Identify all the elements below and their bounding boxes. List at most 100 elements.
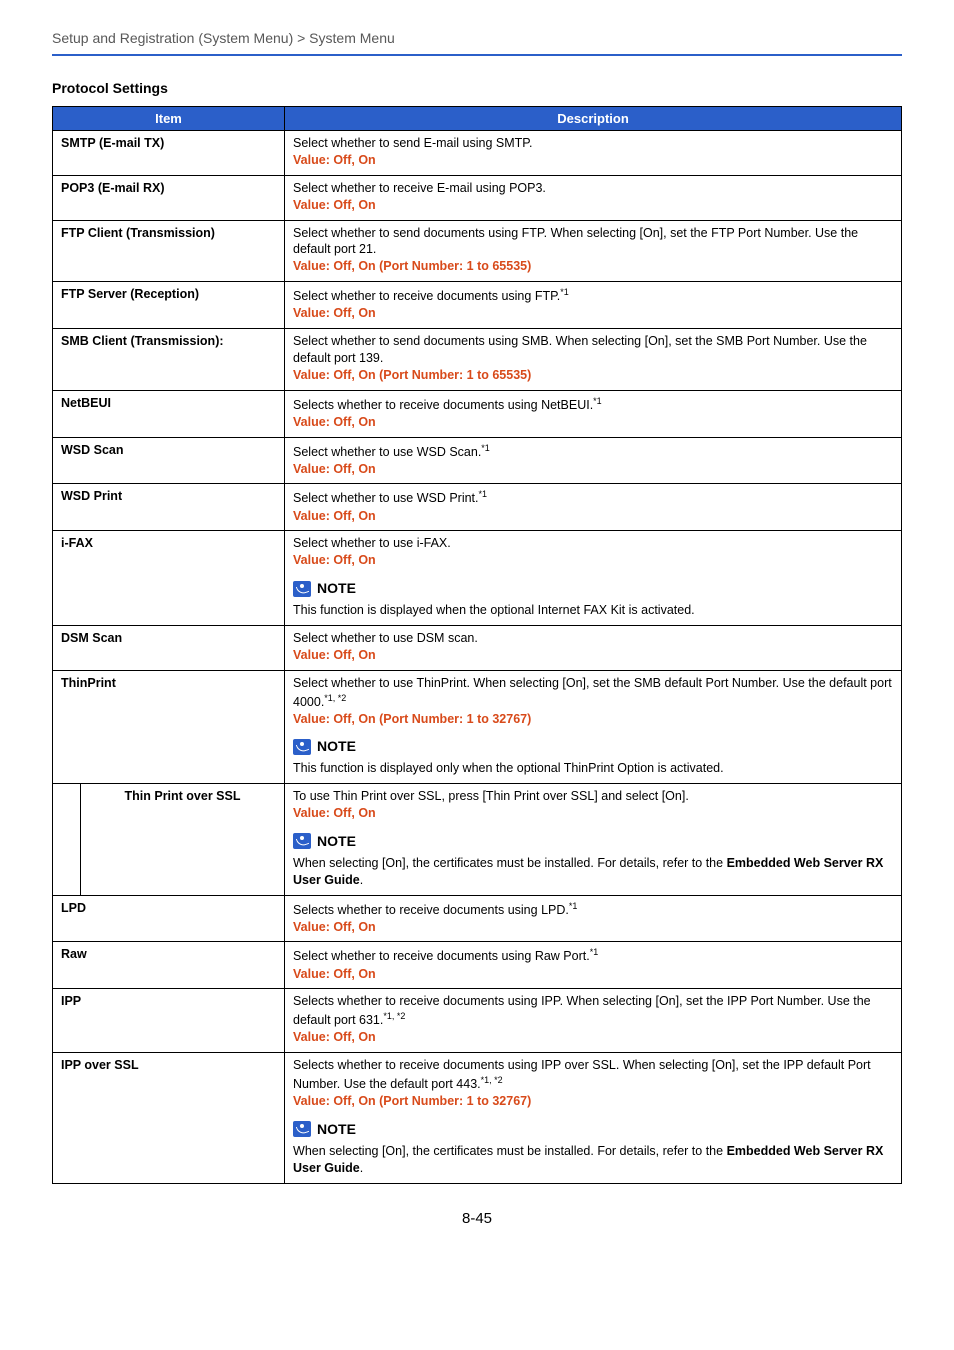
value-label: Value xyxy=(293,1094,326,1108)
row-lpd: LPD Selects whether to receive documents… xyxy=(53,895,902,942)
item-ftp-server: FTP Server (Reception) xyxy=(53,282,285,329)
value-text: : Off, On xyxy=(326,920,376,934)
desc-text: Select whether to use WSD Print. xyxy=(293,492,479,506)
item-wsd-print: WSD Print xyxy=(53,484,285,531)
note-icon xyxy=(293,1121,311,1137)
desc-text: Select whether to use i-FAX. xyxy=(293,536,451,550)
value-text: : Off, On xyxy=(326,306,376,320)
sup: *1 xyxy=(560,287,569,297)
value-label: Value xyxy=(293,259,326,273)
desc-smtp: Select whether to send E-mail using SMTP… xyxy=(285,131,902,176)
desc-text: Select whether to send documents using F… xyxy=(293,226,858,257)
value-text: : Off, On (Port Number: 1 to 32767) xyxy=(326,1094,532,1108)
desc-ftp-server: Select whether to receive documents usin… xyxy=(285,282,902,329)
value-text: : Off, On xyxy=(326,415,376,429)
sup: *1, *2 xyxy=(324,693,346,703)
item-netbeui: NetBEUI xyxy=(53,390,285,437)
note-text: This function is displayed only when the… xyxy=(293,760,893,777)
desc-ftp-client: Select whether to send documents using F… xyxy=(285,220,902,282)
note-label: NOTE xyxy=(317,737,356,756)
protocol-settings-table: Item Description SMTP (E-mail TX) Select… xyxy=(52,106,902,1184)
row-thinprint: ThinPrint Select whether to use ThinPrin… xyxy=(53,670,902,784)
note-icon xyxy=(293,739,311,755)
desc-ipp: Selects whether to receive documents usi… xyxy=(285,989,902,1053)
value-label: Value xyxy=(293,368,326,382)
desc-thinprint: Select whether to use ThinPrint. When se… xyxy=(285,670,902,784)
desc-ifax: Select whether to use i-FAX. Value: Off,… xyxy=(285,531,902,626)
desc-text: Select whether to receive documents usin… xyxy=(293,950,590,964)
note-label: NOTE xyxy=(317,579,356,598)
desc-wsd-scan: Select whether to use WSD Scan.*1 Value:… xyxy=(285,437,902,484)
row-ipp: IPP Selects whether to receive documents… xyxy=(53,989,902,1053)
note-post: . xyxy=(360,873,363,887)
note-pre: When selecting [On], the certificates mu… xyxy=(293,856,727,870)
row-thinprint-ssl: Thin Print over SSL To use Thin Print ov… xyxy=(53,784,902,895)
desc-text: Select whether to send E-mail using SMTP… xyxy=(293,136,532,150)
breadcrumb: Setup and Registration (System Menu) > S… xyxy=(52,30,902,54)
value-text: : Off, On xyxy=(326,153,376,167)
desc-text: Select whether to send documents using S… xyxy=(293,334,867,365)
value-label: Value xyxy=(293,153,326,167)
desc-lpd: Selects whether to receive documents usi… xyxy=(285,895,902,942)
sup: *1, *2 xyxy=(383,1011,405,1021)
item-wsd-scan: WSD Scan xyxy=(53,437,285,484)
sup: *1 xyxy=(593,396,602,406)
value-label: Value xyxy=(293,648,326,662)
row-ifax: i-FAX Select whether to use i-FAX. Value… xyxy=(53,531,902,626)
header-description: Description xyxy=(285,107,902,131)
item-ifax: i-FAX xyxy=(53,531,285,626)
value-label: Value xyxy=(293,509,326,523)
row-wsd-print: WSD Print Select whether to use WSD Prin… xyxy=(53,484,902,531)
value-label: Value xyxy=(293,712,326,726)
value-label: Value xyxy=(293,415,326,429)
row-ftp-client: FTP Client (Transmission) Select whether… xyxy=(53,220,902,282)
desc-smb-client: Select whether to send documents using S… xyxy=(285,329,902,391)
row-smb-client: SMB Client (Transmission): Select whethe… xyxy=(53,329,902,391)
desc-raw: Select whether to receive documents usin… xyxy=(285,942,902,989)
note-badge: NOTE xyxy=(293,737,356,756)
value-label: Value xyxy=(293,306,326,320)
section-heading: Protocol Settings xyxy=(52,80,902,96)
row-ipp-ssl: IPP over SSL Selects whether to receive … xyxy=(53,1053,902,1183)
note-icon xyxy=(293,581,311,597)
item-smb-client: SMB Client (Transmission): xyxy=(53,329,285,391)
desc-text: To use Thin Print over SSL, press [Thin … xyxy=(293,789,689,803)
item-smtp: SMTP (E-mail TX) xyxy=(53,131,285,176)
desc-thinprint-ssl: To use Thin Print over SSL, press [Thin … xyxy=(285,784,902,895)
value-text: : Off, On (Port Number: 1 to 32767) xyxy=(326,712,532,726)
item-ipp: IPP xyxy=(53,989,285,1053)
desc-text: Selects whether to receive documents usi… xyxy=(293,398,593,412)
value-label: Value xyxy=(293,553,326,567)
value-label: Value xyxy=(293,920,326,934)
item-pop3: POP3 (E-mail RX) xyxy=(53,175,285,220)
item-raw: Raw xyxy=(53,942,285,989)
value-text: : Off, On xyxy=(326,806,376,820)
desc-ipp-ssl: Selects whether to receive documents usi… xyxy=(285,1053,902,1183)
desc-text: Select whether to receive documents usin… xyxy=(293,289,560,303)
sup: *1 xyxy=(479,489,488,499)
note-text: When selecting [On], the certificates mu… xyxy=(293,1143,893,1177)
note-badge: NOTE xyxy=(293,832,356,851)
desc-wsd-print: Select whether to use WSD Print.*1 Value… xyxy=(285,484,902,531)
note-text: When selecting [On], the certificates mu… xyxy=(293,855,893,889)
item-thinprint: ThinPrint xyxy=(53,670,285,784)
desc-text: Selects whether to receive documents usi… xyxy=(293,994,871,1027)
desc-text: Select whether to use DSM scan. xyxy=(293,631,478,645)
sup: *1 xyxy=(590,947,599,957)
value-text: : Off, On (Port Number: 1 to 65535) xyxy=(326,259,532,273)
desc-netbeui: Selects whether to receive documents usi… xyxy=(285,390,902,437)
value-label: Value xyxy=(293,967,326,981)
value-text: : Off, On xyxy=(326,967,376,981)
value-text: : Off, On xyxy=(326,648,376,662)
page-number: 8-45 xyxy=(52,1210,902,1227)
value-label: Value xyxy=(293,806,326,820)
row-ftp-server: FTP Server (Reception) Select whether to… xyxy=(53,282,902,329)
note-label: NOTE xyxy=(317,1120,356,1139)
sup: *1 xyxy=(481,443,490,453)
row-wsd-scan: WSD Scan Select whether to use WSD Scan.… xyxy=(53,437,902,484)
desc-dsm: Select whether to use DSM scan. Value: O… xyxy=(285,625,902,670)
desc-text: Selects whether to receive documents usi… xyxy=(293,1058,871,1091)
note-badge: NOTE xyxy=(293,1120,356,1139)
item-ipp-ssl: IPP over SSL xyxy=(53,1053,285,1183)
item-thinprint-ssl: Thin Print over SSL xyxy=(81,784,285,895)
